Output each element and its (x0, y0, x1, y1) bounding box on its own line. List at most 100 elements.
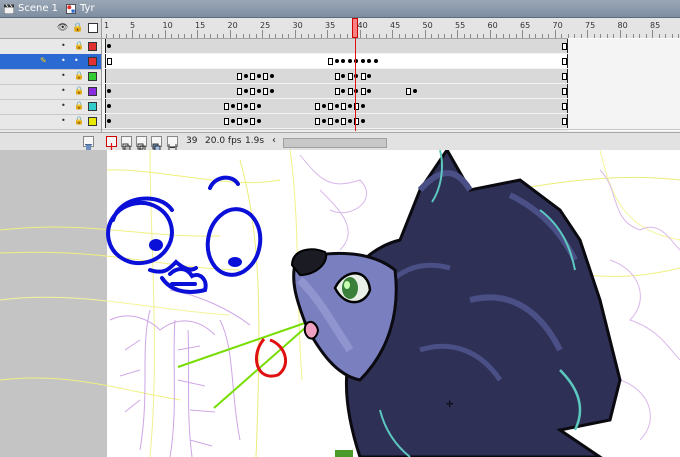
frame-end-marker[interactable] (328, 58, 333, 65)
modify-onion-markers-icon[interactable] (167, 136, 178, 151)
lock-icon[interactable]: 🔒 (72, 23, 83, 33)
keyframe-marker[interactable] (230, 104, 235, 108)
center-frame-icon[interactable] (106, 136, 117, 152)
keyframe-marker[interactable] (243, 89, 248, 93)
lock-dot-icon[interactable]: 🔒 (74, 101, 84, 110)
keyframe-marker[interactable] (360, 104, 365, 108)
frame-end-marker[interactable] (250, 88, 255, 95)
keyframe-marker[interactable] (321, 104, 326, 108)
keyframe-marker[interactable] (347, 59, 352, 63)
frame-end-marker[interactable] (562, 73, 567, 80)
frame-end-marker[interactable] (562, 88, 567, 95)
frame-end-marker[interactable] (250, 118, 255, 125)
stage[interactable]: ✛ (0, 150, 680, 457)
layer-row[interactable]: ✎ • • (0, 54, 101, 70)
frame-end-marker[interactable] (334, 73, 340, 80)
visibility-dot-icon[interactable]: • (61, 71, 66, 80)
visibility-dot-icon[interactable]: • (61, 101, 66, 110)
layer-row[interactable]: • 🔒 (0, 114, 101, 130)
layer-row[interactable]: • 🔒 (0, 84, 101, 100)
frame-row[interactable] (102, 114, 680, 130)
layer-outline-color[interactable] (88, 57, 97, 66)
frame-row[interactable] (102, 84, 680, 100)
frame-end-marker[interactable] (406, 88, 411, 95)
frame-end-marker[interactable] (224, 103, 229, 110)
edit-multiple-frames-icon[interactable] (151, 136, 162, 152)
frame-end-marker[interactable] (250, 73, 255, 80)
layer-outline-color[interactable] (88, 87, 97, 96)
frame-end-marker[interactable] (237, 103, 242, 110)
outline-toggle-icon[interactable] (88, 23, 98, 33)
layer-row[interactable]: • 🔒 (0, 39, 101, 55)
frame-end-marker[interactable] (341, 103, 346, 110)
frame-end-marker[interactable] (237, 88, 242, 95)
keyframe-marker[interactable] (341, 89, 345, 93)
frame-end-marker[interactable] (562, 43, 567, 50)
keyframe-marker[interactable] (107, 119, 111, 123)
frame-end-marker[interactable] (562, 118, 567, 125)
frame-end-marker[interactable] (263, 88, 268, 95)
eye-icon[interactable]: 👁 (57, 23, 68, 33)
keyframe-marker[interactable] (367, 89, 371, 93)
keyframe-marker[interactable] (412, 89, 417, 93)
keyframe-marker[interactable] (230, 119, 235, 123)
keyframe-marker[interactable] (334, 59, 339, 63)
timeline-horizontal-scrollbar[interactable] (283, 138, 387, 148)
layer-outline-color[interactable] (88, 102, 97, 111)
lock-dot-icon[interactable]: 🔒 (74, 86, 84, 95)
keyframe-marker[interactable] (334, 119, 339, 123)
keyframe-marker[interactable] (321, 119, 326, 123)
keyframe-marker[interactable] (347, 104, 352, 108)
visibility-dot-icon[interactable]: • (61, 56, 66, 65)
keyframe-marker[interactable] (269, 74, 274, 78)
layer-outline-color[interactable] (88, 42, 97, 51)
frame-end-marker[interactable] (562, 103, 567, 110)
stage-canvas[interactable]: ✛ (0, 150, 680, 457)
layer-outline-color[interactable] (88, 72, 97, 81)
keyframe-marker[interactable] (341, 74, 345, 78)
frame-end-marker[interactable] (237, 73, 242, 80)
frame-end-marker[interactable] (224, 118, 229, 125)
frame-end-marker[interactable] (263, 73, 268, 80)
keyframe-marker[interactable] (347, 119, 352, 123)
lock-dot-icon[interactable]: 🔒 (74, 71, 84, 80)
onion-skin-outlines-icon[interactable] (136, 136, 147, 152)
frame-end-marker[interactable] (328, 103, 333, 110)
keyframe-marker[interactable] (269, 89, 274, 93)
keyframe-marker[interactable] (256, 74, 261, 78)
keyframe-marker[interactable] (107, 104, 111, 108)
frame-rate-readout[interactable]: 20.0 fps (205, 136, 241, 146)
visibility-dot-icon[interactable]: • (61, 116, 66, 125)
frame-row[interactable] (102, 99, 680, 115)
frame-end-marker[interactable] (347, 73, 353, 80)
visibility-dot-icon[interactable]: • (61, 41, 66, 50)
lock-dot-icon[interactable]: 🔒 (74, 116, 84, 125)
keyframe-marker[interactable] (107, 44, 111, 48)
delete-layer-icon[interactable] (83, 136, 94, 151)
lock-dot-icon[interactable]: 🔒 (74, 41, 84, 50)
frame-end-marker[interactable] (347, 88, 353, 95)
frame-end-marker[interactable] (328, 118, 333, 125)
frame-end-marker[interactable] (360, 88, 366, 95)
frame-row[interactable] (102, 69, 680, 85)
frame-row[interactable] (102, 39, 680, 55)
frame-ruler[interactable]: 151015202530354045505560657075808590 (102, 18, 680, 39)
frame-row[interactable] (102, 54, 680, 70)
breadcrumb-symbol[interactable]: Tyr (66, 0, 95, 17)
scroll-left-icon[interactable]: ‹ (272, 135, 276, 146)
frame-end-marker[interactable] (334, 88, 340, 95)
frame-end-marker[interactable] (315, 118, 320, 125)
frame-end-marker[interactable] (341, 118, 346, 125)
keyframe-marker[interactable] (373, 59, 378, 63)
frame-span[interactable] (105, 39, 568, 53)
keyframe-marker[interactable] (243, 119, 248, 123)
frame-end-marker[interactable] (237, 118, 242, 125)
visibility-dot-icon[interactable]: • (61, 86, 66, 95)
lock-dot-icon[interactable]: • (74, 56, 79, 65)
playhead[interactable] (352, 18, 358, 38)
keyframe-marker[interactable] (256, 104, 261, 108)
keyframe-marker[interactable] (367, 59, 371, 63)
keyframe-marker[interactable] (243, 104, 248, 108)
layer-row[interactable]: • 🔒 (0, 99, 101, 115)
frame-end-marker[interactable] (360, 73, 366, 80)
